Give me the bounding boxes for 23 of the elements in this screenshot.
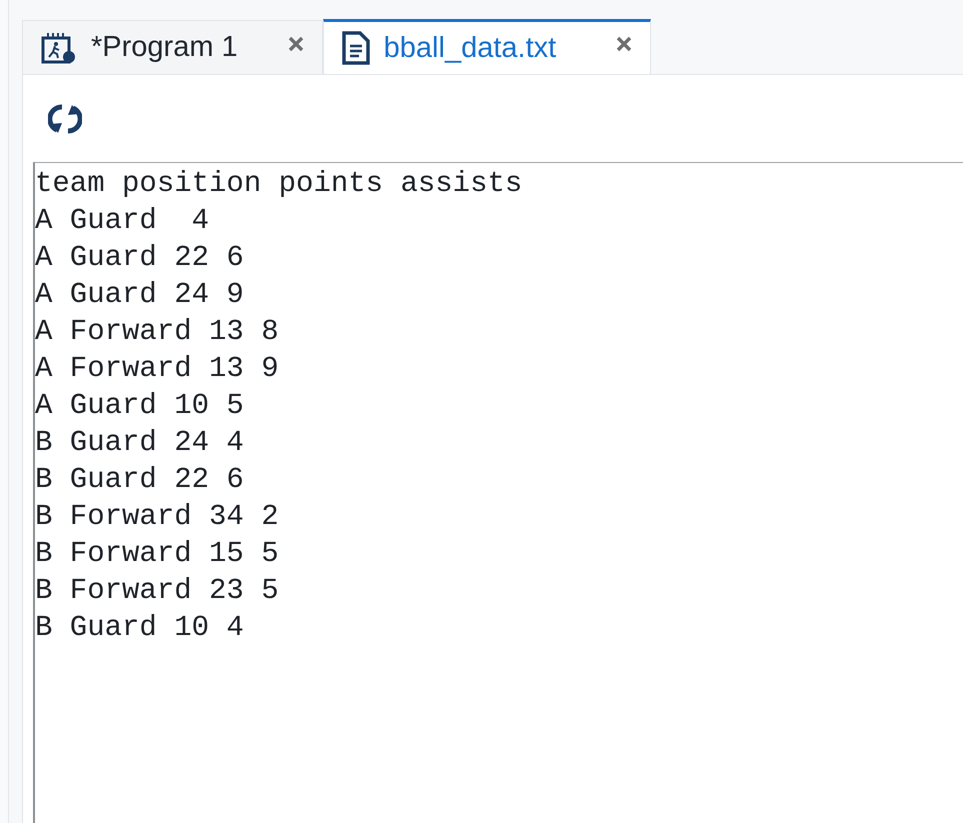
text-line: A Guard 24 9 — [35, 277, 244, 313]
editor-tab[interactable]: *Program 1 — [22, 20, 323, 75]
text-line: B Guard 24 4 — [35, 425, 244, 461]
close-tab-button[interactable] — [288, 36, 304, 52]
refresh-icon — [48, 102, 82, 136]
text-line: B Forward 23 5 — [35, 573, 279, 609]
text-line: B Forward 34 2 — [35, 499, 279, 535]
text-line: B Guard 22 6 — [35, 462, 244, 498]
close-icon — [288, 36, 304, 52]
text-line: B Forward 15 5 — [35, 536, 279, 572]
text-line: A Guard 10 5 — [35, 388, 244, 424]
text-line: A Guard 4 — [35, 203, 210, 239]
document-icon — [342, 31, 370, 65]
text-line: A Forward 13 8 — [35, 314, 279, 350]
text-line: B Guard 10 4 — [35, 610, 244, 646]
refresh-button[interactable] — [48, 102, 82, 136]
close-tab-button[interactable] — [616, 36, 632, 52]
close-icon — [616, 36, 632, 52]
text-line: A Guard 22 6 — [35, 240, 244, 276]
text-line: team position points assists — [35, 166, 522, 202]
editor-tab[interactable]: bball_data.txt — [322, 19, 652, 75]
running-figure-icon — [41, 32, 77, 64]
text-line: A Forward 13 9 — [35, 351, 279, 387]
